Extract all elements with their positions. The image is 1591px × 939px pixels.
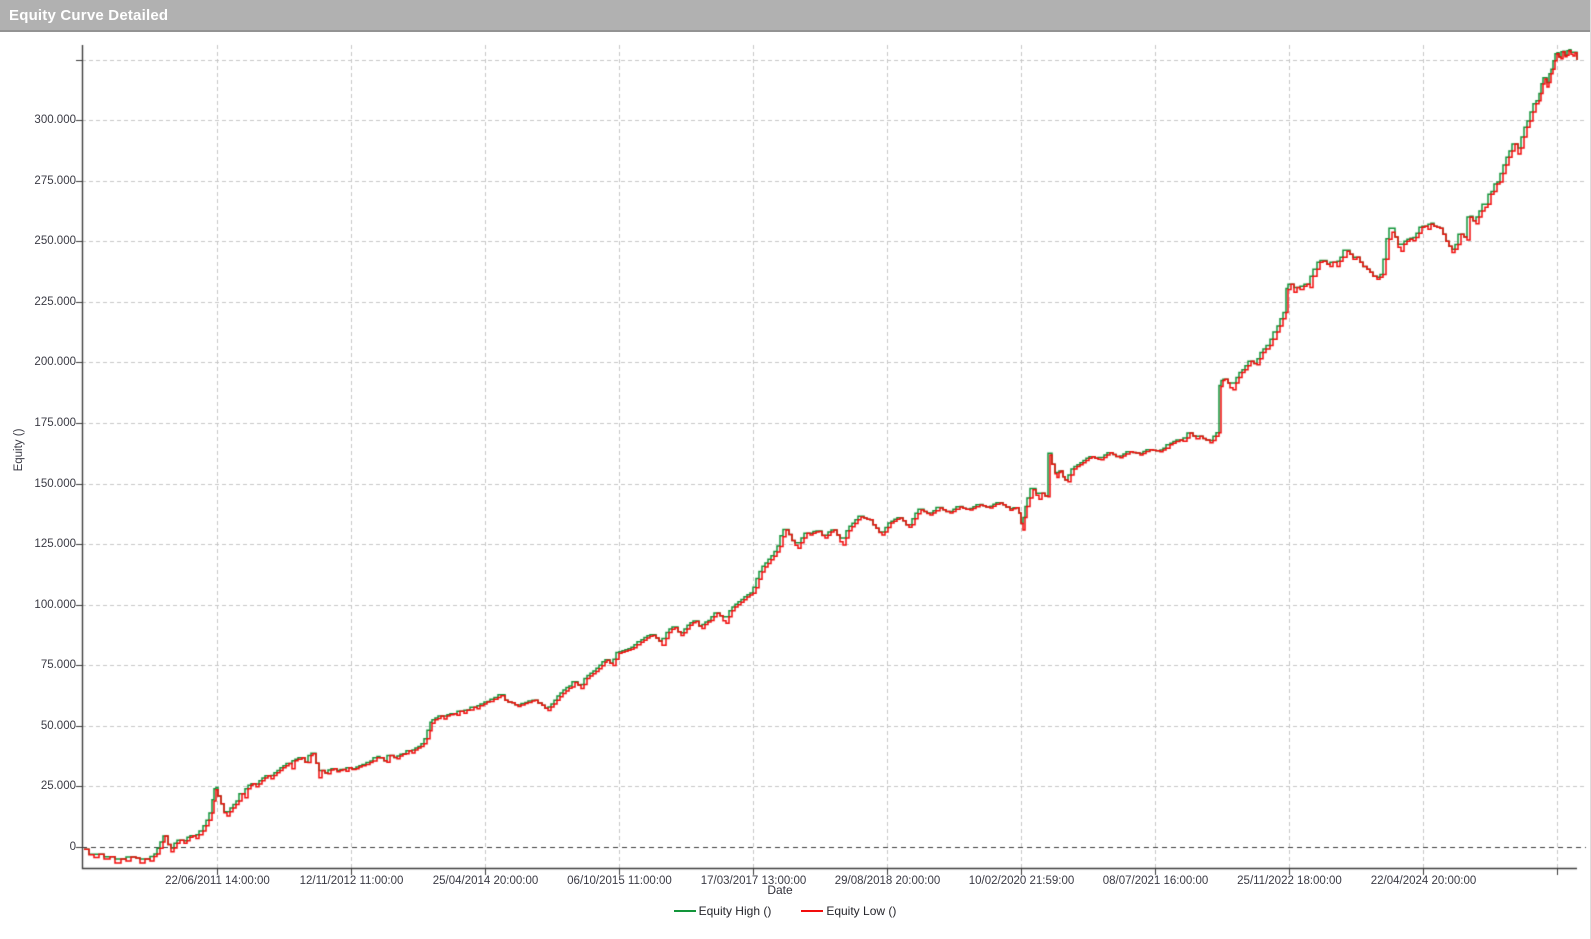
legend-item-equity-high: Equity High () — [674, 904, 772, 918]
legend-label-equity-low: Equity Low () — [826, 904, 896, 918]
y-tick-label: 250.000 — [4, 234, 76, 248]
y-tick-label: 0 — [4, 840, 76, 854]
window-titlebar[interactable]: Equity Curve Detailed — [0, 0, 1591, 32]
y-tick-label: 50.000 — [4, 719, 76, 733]
y-tick-label: 75.000 — [4, 658, 76, 672]
y-axis-title: Equity () — [13, 429, 25, 472]
window-title: Equity Curve Detailed — [9, 7, 168, 24]
y-tick-label: 225.000 — [4, 295, 76, 309]
legend-label-equity-high: Equity High () — [699, 904, 772, 918]
y-tick-label: 300.000 — [4, 113, 76, 127]
y-tick-label: 125.000 — [4, 537, 76, 551]
y-tick-label: 275.000 — [4, 174, 76, 188]
equity-high-line-swatch — [674, 910, 696, 912]
y-tick-label: 100.000 — [4, 598, 76, 612]
y-tick-label: 175.000 — [4, 416, 76, 430]
x-axis-title: Date — [0, 883, 1560, 897]
chart-legend: Equity High () Equity Low () — [0, 904, 1570, 918]
equity-low-line-swatch — [801, 910, 823, 912]
y-tick-label: 150.000 — [4, 477, 76, 491]
y-tick-label: 200.000 — [4, 355, 76, 369]
legend-item-equity-low: Equity Low () — [801, 904, 896, 918]
y-tick-label: 25.000 — [4, 779, 76, 793]
equity-chart-canvas — [0, 0, 1591, 939]
